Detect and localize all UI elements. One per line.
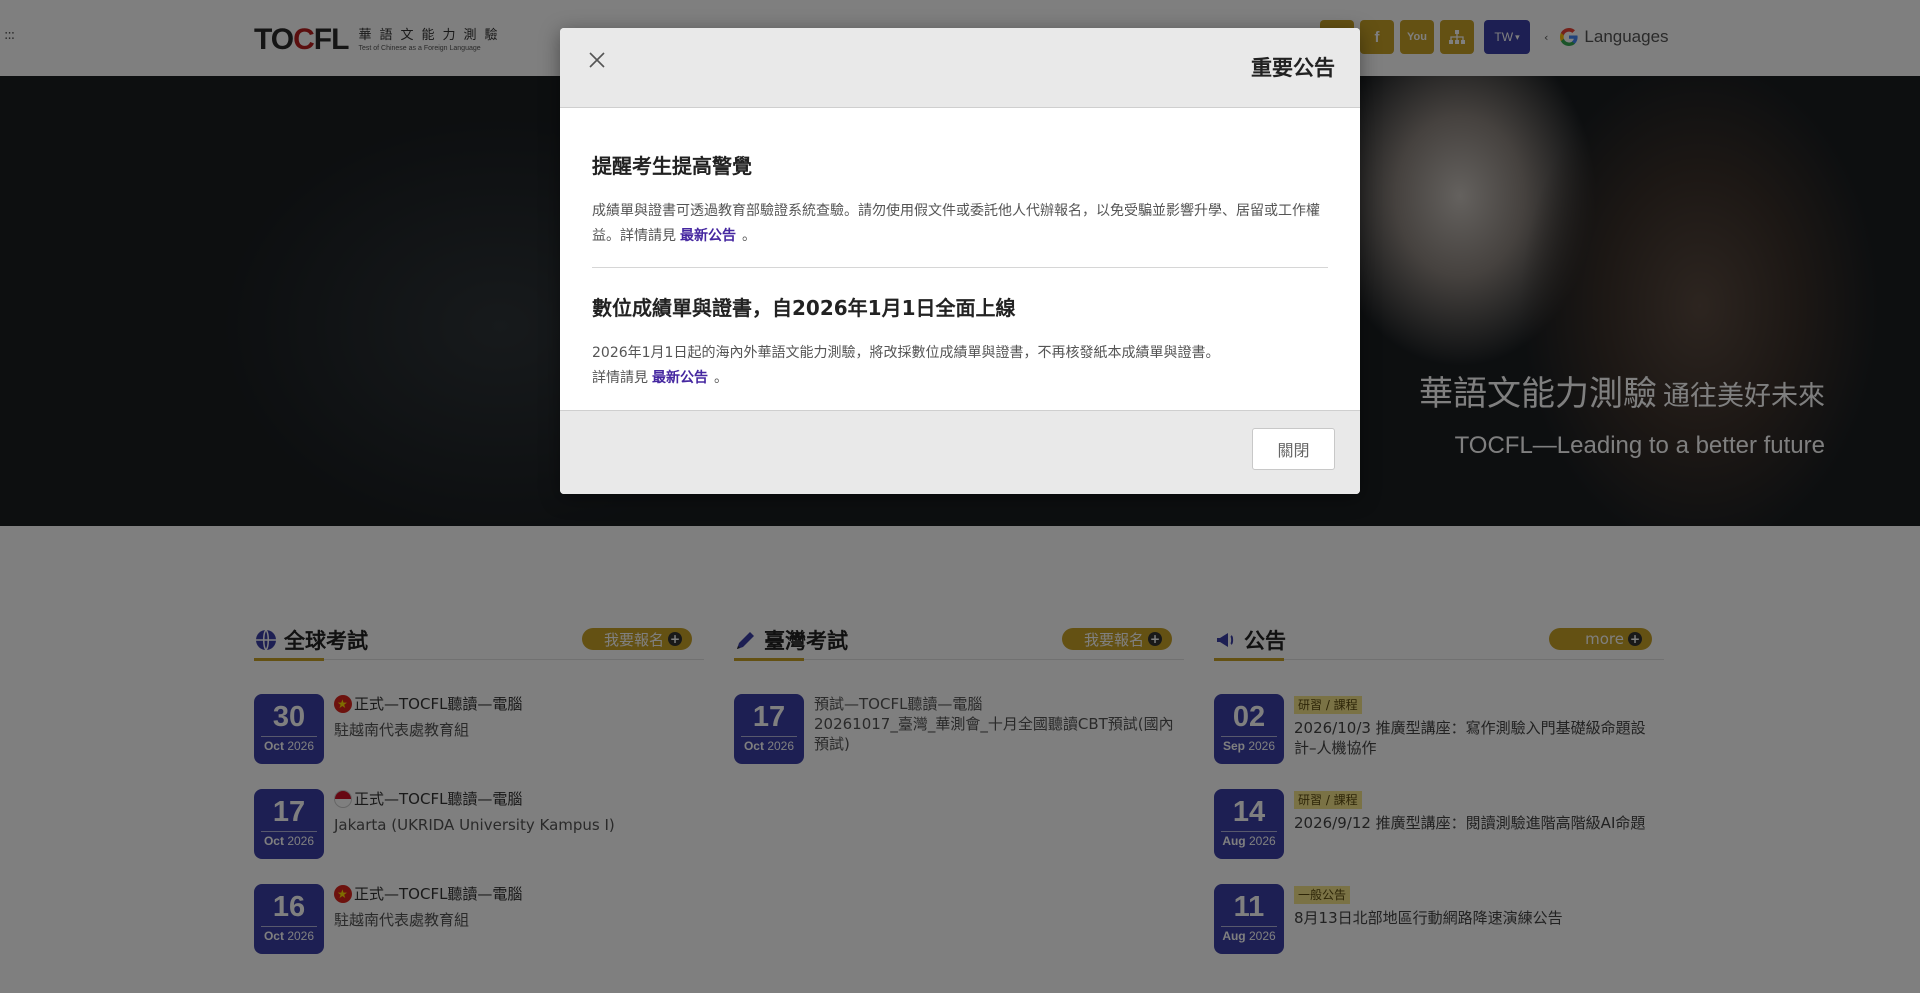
notice-body: 詳情請見 [592, 370, 648, 386]
close-button[interactable]: 關閉 [1252, 428, 1335, 470]
modal-title: 重要公告 [1251, 56, 1335, 80]
modal-header: 重要公告 [560, 28, 1360, 108]
close-icon[interactable] [584, 48, 610, 74]
notice-end: 。 [714, 370, 728, 386]
notice-text: 2026年1月1日起的海內外華語文能力測驗，將改採數位成績單與證書，不再核發紙本… [592, 341, 1328, 391]
modal-footer: 關閉 [560, 410, 1360, 494]
announcement-modal: 重要公告 提醒考生提高警覺 成績單與證書可透過教育部驗證系統查驗。請勿使用假文件… [560, 28, 1360, 494]
notice-heading: 提醒考生提高警覺 [592, 154, 752, 178]
divider [592, 267, 1328, 268]
notice-heading: 數位成績單與證書，自2026年1月1日全面上線 [592, 296, 1016, 320]
latest-news-link[interactable]: 最新公告 [680, 228, 736, 244]
notice-body: 2026年1月1日起的海內外華語文能力測驗，將改採數位成績單與證書，不再核發紙本… [592, 345, 1220, 361]
notice-end: 。 [742, 228, 756, 244]
latest-news-link[interactable]: 最新公告 [652, 370, 708, 386]
modal-body[interactable]: 提醒考生提高警覺 成績單與證書可透過教育部驗證系統查驗。請勿使用假文件或委託他人… [560, 108, 1360, 410]
notice-text: 成績單與證書可透過教育部驗證系統查驗。請勿使用假文件或委託他人代辦報名，以免受騙… [592, 199, 1328, 249]
